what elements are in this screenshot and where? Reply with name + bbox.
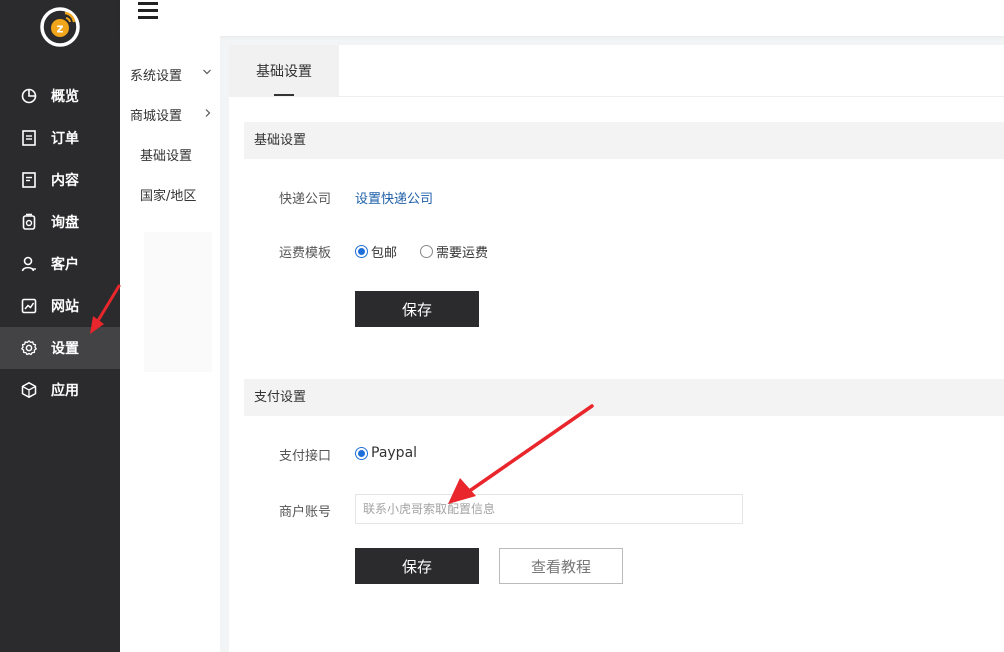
brand-logo: z (40, 7, 80, 47)
app-cube-icon (21, 382, 37, 398)
nav-item-apps[interactable]: 应用 (0, 369, 120, 411)
radio-label: 包邮 (371, 246, 398, 261)
nav-item-customers[interactable]: 客户 (0, 243, 120, 285)
main-content: 基础设置 基础设置 快递公司 设置快递公司 运费模板 包邮 需要运费 保存 支付… (229, 45, 1004, 652)
nav-label: 网站 (51, 299, 79, 315)
submenu-system-settings[interactable]: 系统设置 (130, 65, 182, 84)
radio-checked-icon (355, 245, 368, 258)
radio-label: 需要运费 (436, 246, 489, 261)
save-basic-button[interactable]: 保存 (355, 291, 479, 327)
express-company-label: 快递公司 (279, 192, 332, 207)
merchant-account-input[interactable] (355, 494, 743, 524)
inquiry-icon (22, 213, 36, 230)
settings-submenu: 系统设置 商城设置 基础设置 国家/地区 (120, 36, 220, 652)
section-header-basic: 基础设置 (244, 122, 1004, 159)
payment-gateway-label: 支付接口 (279, 449, 332, 464)
section-header-payment: 支付设置 (244, 379, 1004, 416)
radio-checked-icon (355, 446, 368, 460)
chevron-right-icon (205, 109, 211, 117)
nav-item-website[interactable]: 网站 (0, 285, 120, 327)
tab-basic-settings[interactable]: 基础设置 (229, 45, 339, 97)
submenu-mall-settings[interactable]: 商城设置 (130, 105, 182, 124)
pie-chart-icon (21, 88, 37, 104)
chevron-down-icon (203, 69, 211, 75)
website-chart-icon (21, 298, 37, 314)
radio-paid-shipping[interactable]: 需要运费 (420, 242, 488, 261)
nav-label: 设置 (51, 341, 79, 357)
nav-label: 应用 (51, 383, 79, 399)
tab-active-indicator (274, 94, 294, 96)
menu-toggle-icon[interactable] (138, 0, 160, 20)
radio-label: Paypal (371, 445, 418, 461)
nav-item-content[interactable]: 内容 (0, 159, 120, 201)
shipping-template-label: 运费模板 (279, 246, 332, 261)
nav-item-settings[interactable]: 设置 (0, 327, 120, 369)
main-sidebar: z 概览 订单 内容 询盘 客户 网站 设置 应用 (0, 0, 120, 652)
customer-icon (21, 256, 36, 272)
nav-label: 询盘 (51, 215, 79, 231)
nav-label: 客户 (51, 257, 79, 273)
tab-label: 基础设置 (256, 64, 312, 80)
save-payment-button[interactable]: 保存 (355, 548, 479, 584)
order-list-icon (22, 130, 36, 146)
view-tutorial-button[interactable]: 查看教程 (499, 548, 623, 584)
nav-item-inquiry[interactable]: 询盘 (0, 201, 120, 243)
merchant-account-label: 商户账号 (279, 505, 332, 520)
svg-text:z: z (57, 22, 64, 36)
nav-item-overview[interactable]: 概览 (0, 75, 120, 117)
nav-label: 订单 (51, 131, 79, 147)
set-express-company-link[interactable]: 设置快递公司 (355, 188, 433, 207)
submenu-basic-settings[interactable]: 基础设置 (140, 145, 192, 164)
radio-paypal[interactable]: Paypal (355, 445, 417, 461)
radio-free-shipping[interactable]: 包邮 (355, 242, 397, 261)
content-doc-icon (22, 172, 36, 188)
radio-unchecked-icon (420, 245, 433, 258)
nav-label: 内容 (51, 173, 79, 189)
tab-bar: 基础设置 (229, 45, 1004, 97)
submenu-country-region[interactable]: 国家/地区 (140, 185, 196, 204)
nav-item-orders[interactable]: 订单 (0, 117, 120, 159)
gear-icon (21, 340, 37, 356)
nav-label: 概览 (51, 89, 79, 105)
submenu-shadow (144, 232, 212, 372)
top-bar (120, 0, 1004, 36)
